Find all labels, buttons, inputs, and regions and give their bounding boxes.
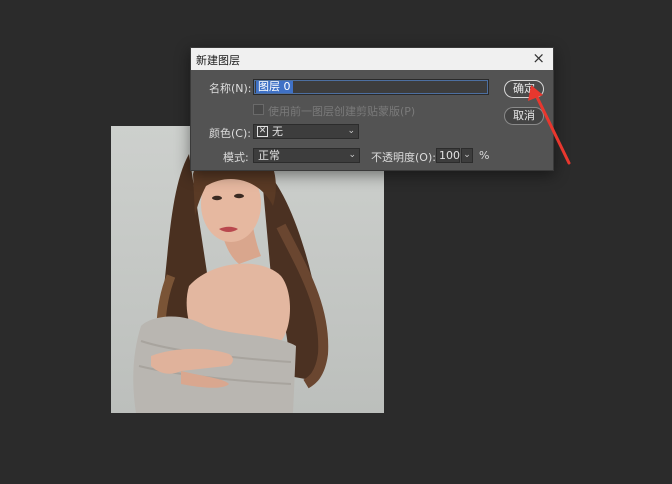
clip-mask-label: 使用前一图层创建剪贴蒙版(P) xyxy=(268,105,416,118)
color-value: 无 xyxy=(272,125,283,138)
layer-name-input[interactable]: 图层 0 xyxy=(253,79,489,95)
close-icon[interactable]: × xyxy=(532,49,545,67)
color-label: 颜色(C): xyxy=(209,127,251,140)
opacity-unit: % xyxy=(479,149,490,162)
ok-button[interactable]: 确定 xyxy=(504,80,544,98)
clip-mask-checkbox[interactable] xyxy=(253,104,264,115)
mode-label: 模式: xyxy=(223,151,249,164)
opacity-dropdown[interactable]: ⌄ xyxy=(461,148,473,163)
opacity-input[interactable]: 100 xyxy=(436,148,460,163)
x-icon: ✕ xyxy=(257,126,268,137)
dialog-titlebar: 新建图层 × xyxy=(191,48,553,70)
opacity-label: 不透明度(O): xyxy=(371,151,436,164)
cancel-button[interactable]: 取消 xyxy=(504,107,544,125)
chevron-down-icon: ⌄ xyxy=(463,150,471,160)
dialog-title: 新建图层 xyxy=(196,54,240,67)
chevron-down-icon: ⌄ xyxy=(347,126,355,136)
layer-name-value: 图层 0 xyxy=(256,80,293,93)
name-label: 名称(N): xyxy=(209,82,252,95)
new-layer-dialog: 新建图层 × 名称(N): 图层 0 使用前一图层创建剪贴蒙版(P) 颜色(C)… xyxy=(190,47,554,171)
mode-select[interactable]: 正常 ⌄ xyxy=(253,148,360,163)
mode-value: 正常 xyxy=(258,149,280,162)
color-select[interactable]: ✕ 无 ⌄ xyxy=(253,124,359,139)
chevron-down-icon: ⌄ xyxy=(348,150,356,160)
